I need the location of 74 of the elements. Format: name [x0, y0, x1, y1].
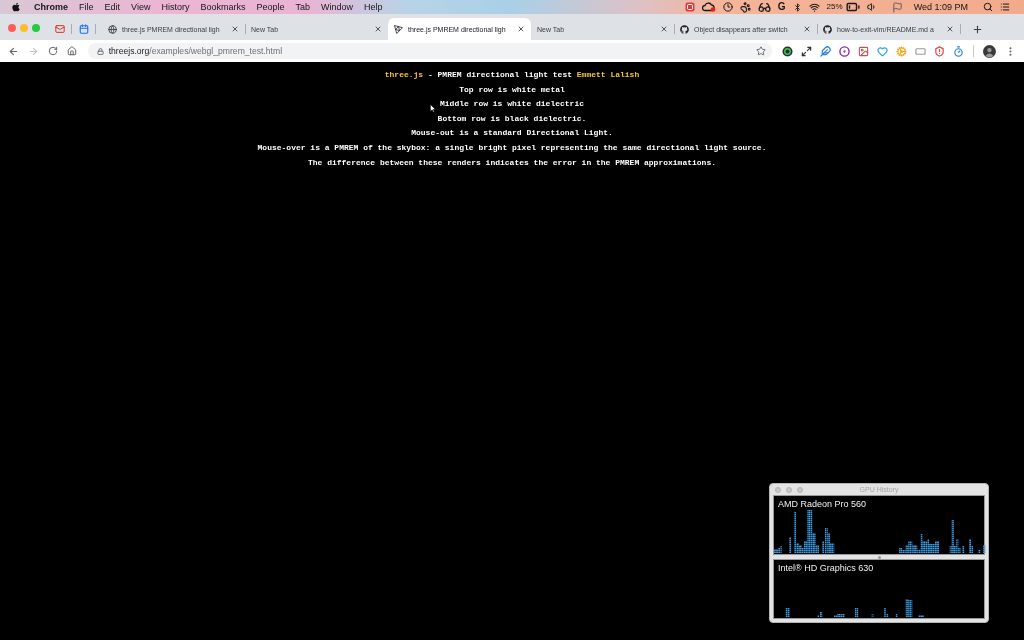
timer-icon[interactable]	[953, 45, 965, 57]
lock-icon	[96, 47, 104, 55]
gpu-name: AMD Radeon Pro 560	[777, 498, 867, 510]
close-tab-icon[interactable]	[660, 25, 668, 33]
battery-icon[interactable]	[845, 0, 860, 14]
list-icon[interactable]	[1000, 2, 1010, 12]
usage-bar	[785, 608, 790, 617]
menu-item[interactable]: View	[131, 0, 151, 14]
app-menu[interactable]: Chrome	[34, 0, 68, 14]
usage-bar	[871, 614, 874, 617]
bluetooth-icon[interactable]	[792, 2, 802, 12]
address-bar[interactable]: threejs.org/examples/webgl_pmrem_test.html	[87, 43, 773, 59]
mail-icon	[55, 24, 65, 34]
usage-bar	[855, 608, 859, 617]
github-icon	[680, 24, 689, 34]
search-icon[interactable]	[983, 2, 993, 12]
shield-icon[interactable]	[934, 45, 946, 57]
cloud-icon[interactable]	[701, 2, 716, 12]
close-tab-icon[interactable]	[231, 25, 239, 33]
menu-item[interactable]: Bookmarks	[200, 0, 246, 14]
status-letter[interactable]: G	[777, 1, 786, 13]
image-icon[interactable]	[858, 45, 870, 57]
plus-icon[interactable]	[972, 23, 983, 35]
close-tab-icon[interactable]	[517, 25, 525, 33]
battery-percent[interactable]: 25%	[826, 1, 843, 13]
info-text: Mouse-out is a standard Directional Light.	[411, 128, 613, 139]
close-tab-icon[interactable]	[803, 25, 811, 33]
heart-icon[interactable]	[877, 45, 889, 57]
glasses-icon[interactable]	[757, 0, 771, 14]
ring-icon[interactable]	[782, 45, 794, 57]
gpu-name: Intel® HD Graphics 630	[777, 562, 874, 574]
info-text: Mouse-over is a PMREM of the skybox: a single bright pixel representing the same directional light source.	[257, 142, 767, 153]
home-icon[interactable]	[66, 46, 77, 56]
info-text: Middle row is white dielectric	[440, 99, 584, 110]
page-title: three.js - PMREM directional light test Emmett Lalish	[384, 70, 640, 80]
wifi-icon[interactable]	[808, 1, 820, 13]
close-tab-icon[interactable]	[946, 25, 954, 33]
home-link[interactable]: three.js	[384, 70, 424, 79]
paw-icon[interactable]	[739, 1, 751, 13]
apple-icon[interactable]	[11, 2, 21, 12]
flag-icon[interactable]	[891, 1, 903, 13]
reload-icon[interactable]	[47, 46, 58, 56]
grip-icon[interactable]	[877, 555, 881, 559]
info-text: The difference between these renders indicates the error in the PMREM approximations.	[307, 157, 717, 168]
usage-bar	[983, 545, 986, 553]
cursor-icon	[430, 104, 436, 113]
star-icon[interactable]	[756, 46, 767, 56]
menu-item[interactable]: Window	[321, 0, 353, 14]
info-text: Top row is white metal	[459, 84, 565, 95]
feather-icon[interactable]	[820, 45, 832, 57]
app-tile-icon[interactable]	[684, 2, 695, 12]
author-link[interactable]: Emmett Lalish	[576, 70, 640, 79]
clock-text[interactable]: Wed 1:09 PM	[913, 1, 968, 13]
menu-item[interactable]: File	[79, 0, 94, 14]
speaker-icon[interactable]	[866, 2, 877, 12]
github-icon	[823, 24, 832, 34]
expand-icon[interactable]	[801, 45, 813, 57]
globe-icon	[108, 24, 117, 34]
usage-bar	[978, 550, 981, 553]
clock-icon[interactable]	[722, 2, 733, 12]
calendar-icon	[79, 24, 89, 34]
menu-item[interactable]: History	[161, 0, 190, 14]
info-text: Bottom row is black dielectric.	[437, 113, 587, 124]
menu-item[interactable]: Tab	[295, 0, 310, 14]
circle-dot-icon[interactable]	[839, 45, 851, 57]
menu-item[interactable]: Help	[364, 0, 383, 14]
close-tab-icon[interactable]	[374, 25, 382, 33]
url-text: threejs.org/examples/webgl_pmrem_test.html	[108, 45, 283, 57]
menu-item[interactable]: People	[256, 0, 285, 14]
back-icon[interactable]	[8, 45, 19, 57]
usage-bar	[895, 614, 898, 617]
avatar-icon[interactable]	[983, 44, 997, 58]
triangle-icon	[394, 24, 403, 34]
menu-item[interactable]: Edit	[104, 0, 121, 14]
